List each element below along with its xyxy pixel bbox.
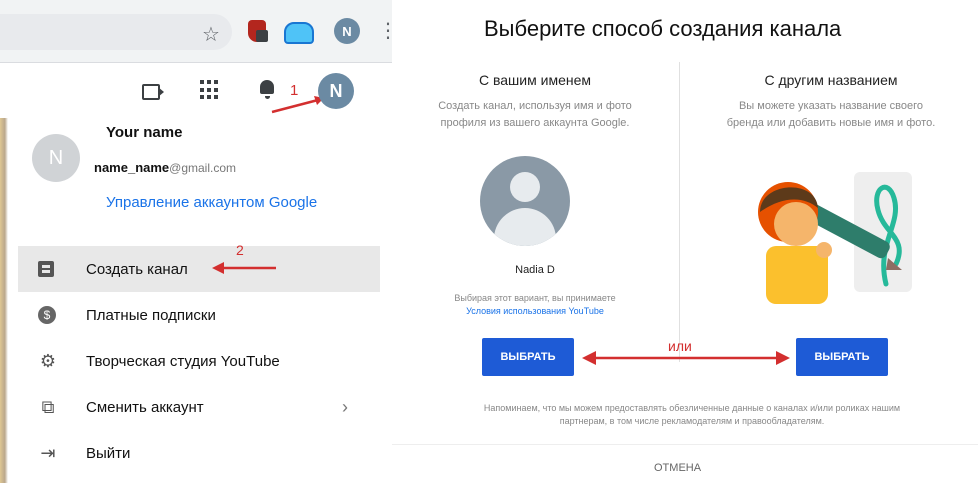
option-title: С другим названием: [764, 72, 898, 88]
account-email: name_name@gmail.com: [94, 160, 236, 175]
profile-name: Nadia D: [515, 264, 555, 276]
privacy-footer-note: Напоминаем, что мы можем предоставлять о…: [412, 402, 972, 428]
annotation-step-2: 2: [236, 242, 244, 258]
apps-grid-icon[interactable]: [200, 80, 220, 100]
dialog-title: Выберите способ создания канала: [484, 16, 842, 41]
menu-item-label: Создать канал: [86, 260, 188, 278]
menu-item-label: Сменить аккаунт: [86, 398, 204, 416]
switch-account-icon: ⧉: [41, 397, 55, 417]
desc-line: профиля из вашего аккаунта Google.: [440, 117, 630, 129]
select-other-name-button[interactable]: ВЫБРАТЬ: [796, 338, 888, 376]
option-description: Вы можете указать название своего бренда…: [684, 98, 978, 132]
youtube-avatar-button[interactable]: N: [318, 73, 354, 109]
browser-toolbar: ☆ N ⋮: [0, 0, 400, 63]
menu-item-label: Платные подписки: [86, 306, 216, 324]
menu-item-paid-subscriptions[interactable]: $ Платные подписки: [18, 292, 380, 338]
footer-divider: [392, 444, 978, 445]
desc-line: Вы можете указать название своего: [738, 100, 924, 112]
extension-cloud-icon[interactable]: [284, 22, 314, 44]
manage-account-link[interactable]: Управление аккаунтом Google: [106, 194, 317, 211]
email-domain: @gmail.com: [169, 161, 237, 175]
sign-out-icon: ⇥: [40, 443, 56, 463]
profile-avatar-placeholder: [480, 156, 570, 246]
menu-item-creator-studio[interactable]: ⚙ Творческая студия YouTube: [18, 338, 380, 384]
select-your-name-button[interactable]: ВЫБРАТЬ: [482, 338, 574, 376]
gear-icon: ⚙: [39, 351, 57, 371]
terms-link[interactable]: Условия использования YouTube: [394, 305, 676, 318]
desc-line: бренда или добавить новые имя и фото.: [726, 117, 936, 129]
create-video-icon[interactable]: [142, 84, 164, 100]
account-card: N Your name name_name@gmail.com Управлен…: [18, 118, 380, 240]
account-menu: Создать канал $ Платные подписки ⚙ Творч…: [18, 246, 380, 476]
background-edge: [0, 118, 8, 483]
menu-item-create-channel[interactable]: Создать канал: [18, 246, 380, 292]
menu-item-label: Выйти: [86, 444, 131, 462]
chevron-right-icon: ›: [342, 396, 348, 417]
terms-notice: Выбирая этот вариант, вы принимаете Усло…: [394, 292, 676, 318]
menu-item-label: Творческая студия YouTube: [86, 352, 280, 370]
account-menu-panel: ☆ N ⋮ 1 N N Your name name_name@gmail.co…: [0, 0, 400, 483]
footer-line: Напоминаем, что мы можем предоставлять о…: [483, 403, 901, 413]
email-user: name_name: [94, 160, 170, 175]
option-with-your-name: С вашим именем Создать канал, используя …: [394, 62, 676, 368]
account-avatar: N: [32, 134, 80, 182]
bookmark-star-icon[interactable]: ☆: [202, 22, 220, 47]
paid-subscriptions-icon: $: [38, 306, 56, 324]
menu-item-sign-out[interactable]: ⇥ Выйти: [18, 430, 380, 476]
address-bar[interactable]: [0, 14, 232, 50]
option-description: Создать канал, используя имя и фото проф…: [394, 98, 676, 132]
footer-line: партнерам, в том числе рекламодателям и …: [559, 416, 825, 426]
account-name: Your name: [106, 124, 183, 141]
option-title: С вашим именем: [478, 72, 591, 88]
option-with-other-name: С другим названием Вы можете указать наз…: [684, 62, 978, 368]
annotation-arrow-2: [212, 262, 276, 274]
cancel-button[interactable]: ОТМЕНА: [654, 462, 701, 474]
create-channel-dialog: Выберите способ создания канала С вашим …: [392, 0, 978, 483]
extension-shield-icon[interactable]: [248, 20, 268, 42]
option-divider: [679, 62, 680, 362]
brand-illustration: [758, 172, 912, 304]
terms-line: Выбирая этот вариант, вы принимаете: [454, 293, 616, 303]
create-channel-icon: [38, 261, 54, 277]
menu-item-switch-account[interactable]: ⧉ Сменить аккаунт ›: [18, 384, 380, 430]
desc-line: Создать канал, используя имя и фото: [438, 100, 632, 112]
browser-profile-avatar[interactable]: N: [334, 18, 360, 44]
annotation-double-arrow: [582, 351, 790, 365]
notifications-bell-icon[interactable]: [260, 80, 274, 99]
